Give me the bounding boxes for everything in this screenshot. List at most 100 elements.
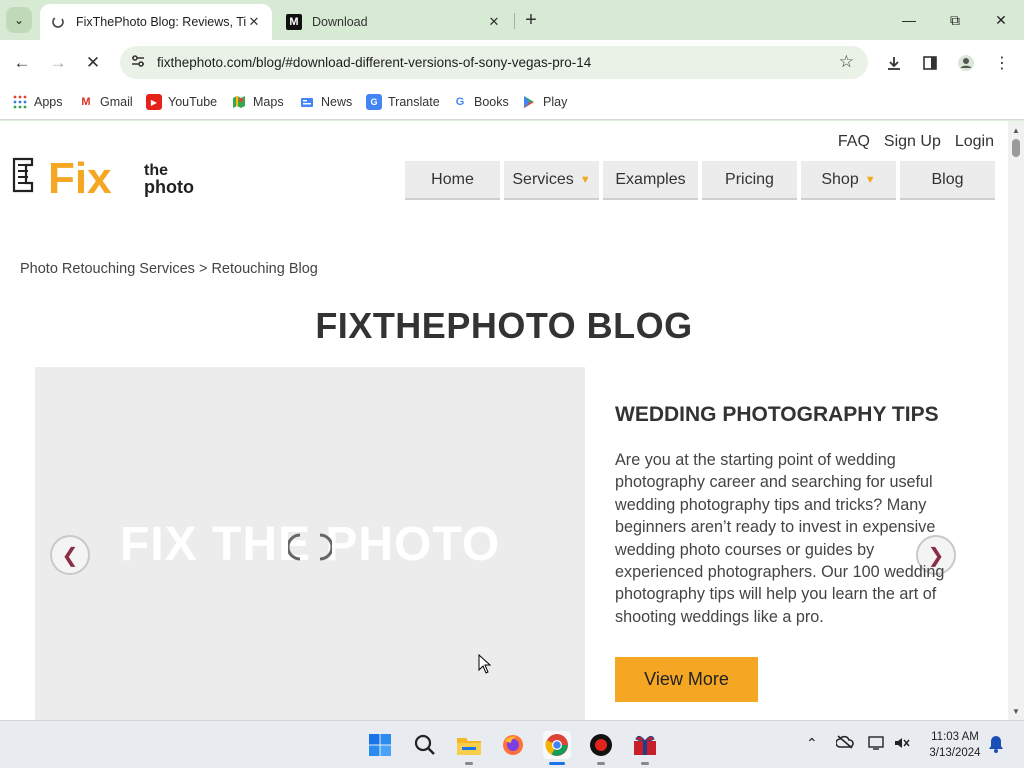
menu-shop[interactable]: Shop ▼ xyxy=(801,161,896,200)
bookmark-label: Apps xyxy=(34,95,63,109)
bookmarks-bar: Apps M Gmail ▶ YouTube Maps News G Trans… xyxy=(0,86,1024,120)
chevron-up-icon[interactable]: ⌃ xyxy=(806,735,818,752)
url-text[interactable]: fixthephoto.com/blog/#download-different… xyxy=(157,55,591,70)
menu-label: Home xyxy=(431,170,474,188)
logo-fix-text: Fix xyxy=(48,154,112,199)
tab-title: FixThePhoto Blog: Reviews, Tips xyxy=(76,15,246,29)
search-icon[interactable] xyxy=(411,731,439,759)
slider-prev-button[interactable]: ❮ xyxy=(50,535,90,575)
bookmark-star-icon[interactable]: ☆ xyxy=(839,52,854,72)
profile-avatar-icon[interactable] xyxy=(954,51,978,75)
bookmark-news[interactable]: News xyxy=(299,92,352,112)
onedrive-cloud-icon[interactable] xyxy=(835,735,854,752)
breadcrumb-separator: > xyxy=(198,261,208,277)
running-indicator xyxy=(641,762,649,765)
mouse-cursor-icon xyxy=(478,654,492,674)
system-clock[interactable]: 11:03 AM 3/13/2024 xyxy=(918,729,992,761)
windows-start-icon[interactable] xyxy=(366,731,394,759)
menu-examples[interactable]: Examples xyxy=(603,161,698,200)
bookmark-label: Books xyxy=(474,95,509,109)
chrome-icon[interactable] xyxy=(543,731,571,759)
bookmark-label: Translate xyxy=(388,95,440,109)
tab-title: Download xyxy=(312,15,368,29)
chevron-down-icon: ▼ xyxy=(579,173,591,186)
tab-separator xyxy=(514,13,515,29)
menu-label: Pricing xyxy=(725,170,774,188)
back-button[interactable]: ← xyxy=(9,50,35,76)
tab-download[interactable]: M Download ✕ xyxy=(276,4,512,40)
scroll-down-arrow-icon[interactable]: ▼ xyxy=(1008,704,1024,718)
maps-icon xyxy=(231,94,247,110)
downloads-icon[interactable] xyxy=(882,51,906,75)
menu-label: Services xyxy=(512,170,574,188)
faq-link[interactable]: FAQ xyxy=(838,133,870,151)
top-links: FAQ Sign Up Login xyxy=(838,133,994,151)
bookmark-label: Play xyxy=(543,95,568,109)
chevron-down-icon: ⌄ xyxy=(13,13,25,27)
fixthephoto-logo[interactable]: Fix the photo xyxy=(10,153,200,203)
post-excerpt: Are you at the starting point of wedding… xyxy=(615,451,945,626)
notification-bell-icon[interactable] xyxy=(988,735,1004,756)
stop-loading-button[interactable]: ✕ xyxy=(80,50,106,76)
bookmark-books[interactable]: G Books xyxy=(452,92,509,112)
active-indicator xyxy=(549,762,565,765)
breadcrumb: Photo Retouching Services > Retouching B… xyxy=(20,261,318,277)
login-link[interactable]: Login xyxy=(955,133,994,151)
windows-taskbar: ⌃ 11:03 AM 3/13/2024 xyxy=(0,720,1024,768)
chevron-down-icon: ▼ xyxy=(864,173,876,186)
browser-toolbar: ← → ✕ fixthephoto.com/blog/#download-dif… xyxy=(0,40,1024,86)
restore-button[interactable]: ⧉ xyxy=(932,8,978,32)
forward-button[interactable]: → xyxy=(45,50,71,76)
sign-up-link[interactable]: Sign Up xyxy=(884,133,941,151)
volume-muted-icon[interactable] xyxy=(893,735,911,754)
menu-label: Examples xyxy=(615,170,686,188)
scrollbar-thumb[interactable] xyxy=(1012,139,1020,157)
logo-photo-text: photo xyxy=(144,177,194,197)
bookmark-maps[interactable]: Maps xyxy=(231,92,284,112)
apps-grid-icon xyxy=(12,94,28,110)
view-more-button[interactable]: View More xyxy=(615,657,758,702)
menu-services[interactable]: Services ▼ xyxy=(504,161,599,200)
fixthephoto-favicon-icon xyxy=(50,14,66,30)
new-tab-button[interactable]: + xyxy=(520,8,542,32)
clock-time: 11:03 AM xyxy=(931,731,979,743)
side-panel-icon[interactable] xyxy=(918,51,942,75)
firefox-icon[interactable] xyxy=(499,731,527,759)
breadcrumb-blog-link[interactable]: Retouching Blog xyxy=(211,261,317,277)
bookmark-youtube[interactable]: ▶ YouTube xyxy=(146,92,217,112)
tab-search-button[interactable]: ⌄ xyxy=(6,7,32,33)
menu-kebab-icon[interactable]: ⋮ xyxy=(990,51,1014,75)
play-store-icon xyxy=(521,94,537,110)
screen-recorder-icon[interactable] xyxy=(587,731,615,759)
site-info-icon[interactable] xyxy=(130,53,146,72)
breadcrumb-services-link[interactable]: Photo Retouching Services xyxy=(20,261,195,277)
bookmark-label: YouTube xyxy=(168,95,218,109)
hand-frame-logo-icon xyxy=(12,157,34,193)
page-scrollbar[interactable]: ▲ ▼ xyxy=(1008,121,1024,720)
close-window-button[interactable]: ✕ xyxy=(978,8,1024,32)
scroll-up-arrow-icon[interactable]: ▲ xyxy=(1008,123,1024,137)
bookmark-translate[interactable]: G Translate xyxy=(366,92,440,112)
main-menu: Home Services ▼ Examples Pricing Shop ▼ Bl… xyxy=(405,161,995,200)
news-icon xyxy=(299,94,315,110)
address-bar[interactable]: fixthephoto.com/blog/#download-different… xyxy=(120,46,868,79)
gift-app-icon[interactable] xyxy=(631,731,659,759)
file-explorer-icon[interactable] xyxy=(455,731,483,759)
tab-fixthephoto-blog[interactable]: FixThePhoto Blog: Reviews, Tips ✕ xyxy=(40,4,272,40)
medium-favicon-icon: M xyxy=(286,14,302,30)
bookmark-apps[interactable]: Apps xyxy=(12,92,63,112)
minimize-button[interactable]: — xyxy=(886,8,932,32)
google-g-icon: G xyxy=(455,96,465,108)
slider-image: FIX THE PHOTO xyxy=(35,367,585,720)
network-icon[interactable] xyxy=(868,735,886,754)
bookmark-play[interactable]: Play xyxy=(521,92,567,112)
bookmark-gmail[interactable]: M Gmail xyxy=(78,92,132,112)
close-icon[interactable]: ✕ xyxy=(246,14,262,30)
running-indicator xyxy=(465,762,473,765)
menu-home[interactable]: Home xyxy=(405,161,500,200)
menu-blog[interactable]: Blog xyxy=(900,161,995,200)
chevron-left-icon: ❮ xyxy=(61,544,79,567)
browser-tab-strip: ⌄ FixThePhoto Blog: Reviews, Tips ✕ M Do… xyxy=(0,0,1024,40)
menu-pricing[interactable]: Pricing xyxy=(702,161,797,200)
close-icon[interactable]: ✕ xyxy=(486,14,502,30)
